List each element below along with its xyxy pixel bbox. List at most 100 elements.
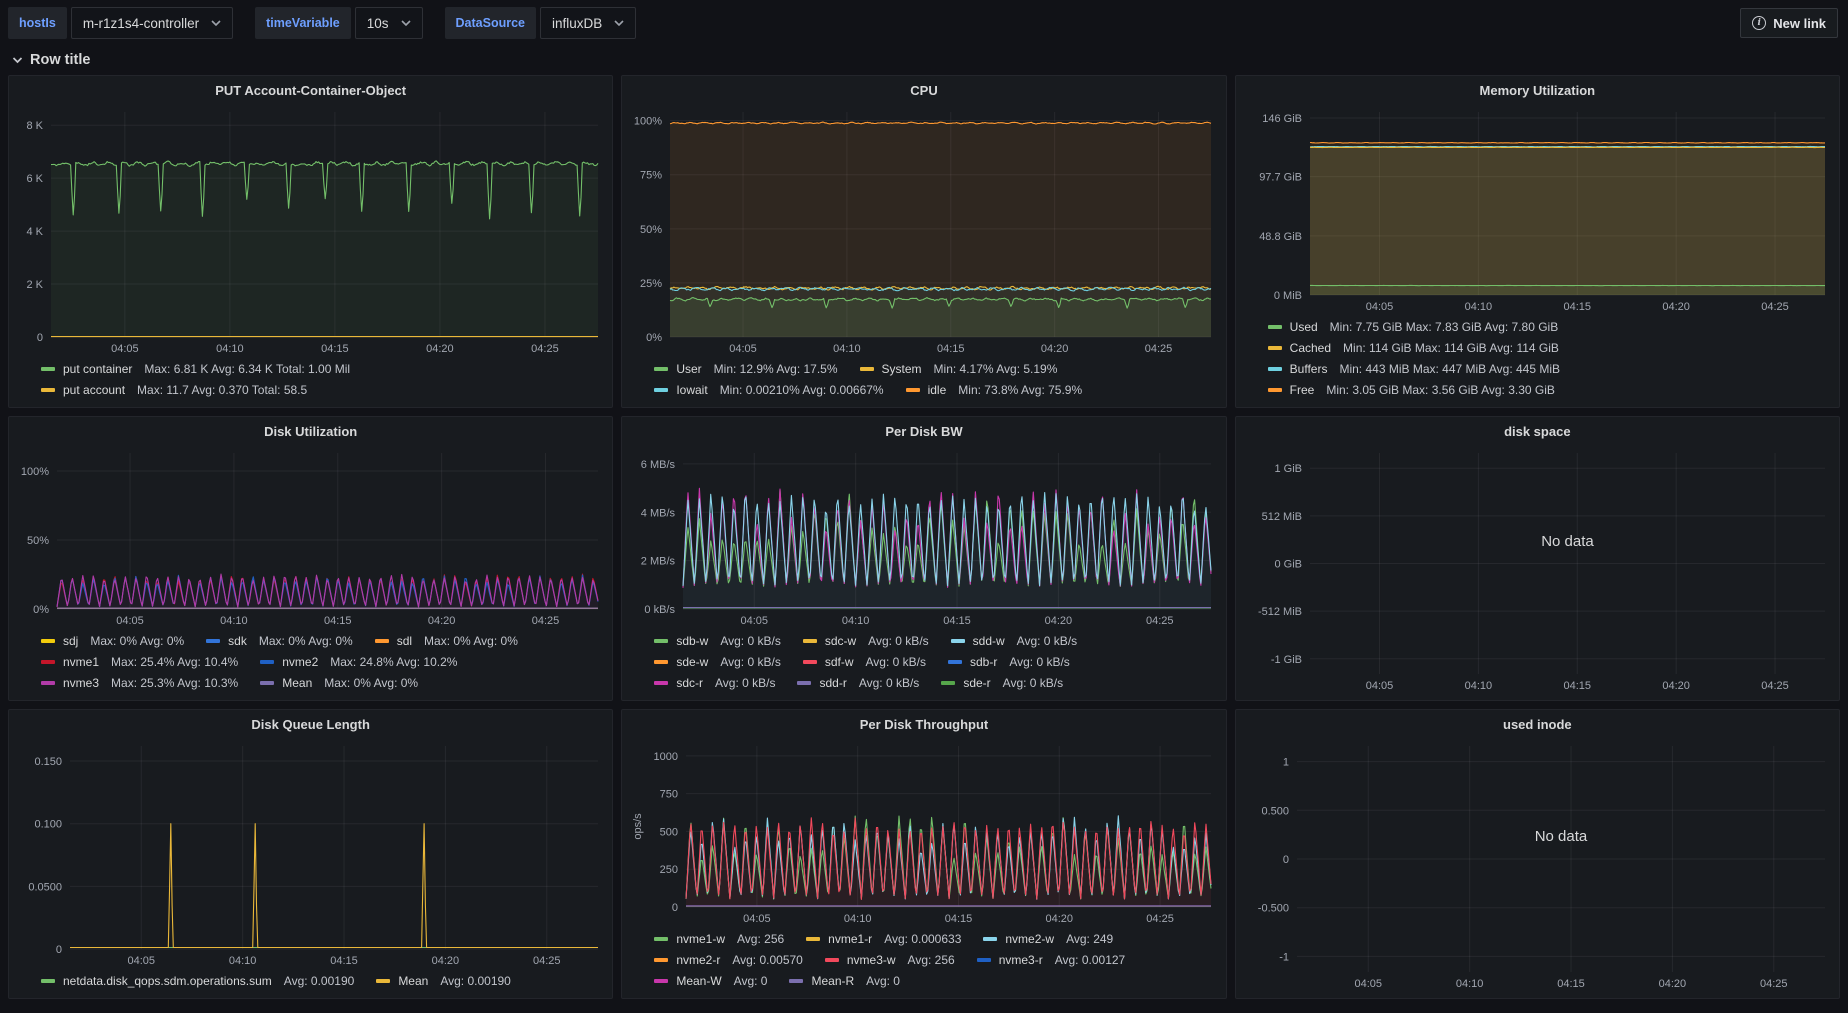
legend-item[interactable]: sdkMax: 0% Avg: 0%	[206, 634, 353, 648]
series-stats: Avg: 0	[734, 974, 768, 988]
legend-item[interactable]: CachedMin: 114 GiB Max: 114 GiB Avg: 114…	[1268, 341, 1559, 355]
panel-body: 0%50%100%04:0504:1004:1504:2004:25 sdjMax…	[9, 445, 612, 700]
time-series-chart[interactable]: 0 MiB48.8 GiB97.7 GiB146 GiB04:0504:1004…	[1244, 104, 1831, 315]
panel-header[interactable]: Per Disk Throughput	[622, 710, 1225, 738]
series-name: netdata.disk_qops.sdm.operations.sum	[63, 974, 272, 988]
legend-item[interactable]: MeanMax: 0% Avg: 0%	[260, 676, 418, 690]
legend-item[interactable]: nvme2Max: 24.8% Avg: 10.2%	[260, 655, 457, 669]
legend-item[interactable]: sdlMax: 0% Avg: 0%	[375, 634, 518, 648]
legend-item[interactable]: nvme1Max: 25.4% Avg: 10.4%	[41, 655, 238, 669]
legend-item[interactable]: nvme1-rAvg: 0.000633	[806, 932, 961, 946]
legend: UserMin: 12.9% Avg: 17.5% SystemMin: 4.17…	[630, 357, 1217, 401]
series-stats: Avg: 0 kB/s	[859, 676, 919, 690]
legend-item[interactable]: sde-rAvg: 0 kB/s	[941, 676, 1063, 690]
series-color-swatch	[654, 660, 668, 664]
panel-header[interactable]: PUT Account-Container-Object	[9, 76, 612, 104]
legend-item[interactable]: sde-wAvg: 0 kB/s	[654, 655, 781, 669]
panel-title[interactable]: Per Disk Throughput	[860, 717, 989, 732]
legend-item[interactable]: put accountMax: 11.7 Avg: 0.370 Total: 5…	[41, 383, 307, 397]
legend-item[interactable]: nvme3Max: 25.3% Avg: 10.3%	[41, 676, 238, 690]
variable-value-datasource[interactable]: influxDB	[540, 7, 636, 39]
time-series-chart[interactable]: 02 K4 K6 K8 K04:0504:1004:1504:2004:25	[17, 104, 604, 357]
panel-title[interactable]: Disk Queue Length	[251, 717, 369, 732]
legend-item[interactable]: nvme2-rAvg: 0.00570	[654, 953, 803, 967]
svg-text:04:10: 04:10	[1464, 680, 1492, 692]
svg-text:04:05: 04:05	[730, 343, 758, 355]
legend-item[interactable]: sdd-rAvg: 0 kB/s	[797, 676, 919, 690]
series-stats: Min: 73.8% Avg: 75.9%	[958, 383, 1082, 397]
legend-item[interactable]: Mean-W Avg: 0	[654, 974, 767, 988]
time-series-chart[interactable]: 0 kB/s2 MB/s4 MB/s6 MB/s04:0504:1004:150…	[630, 445, 1217, 629]
panel-title[interactable]: PUT Account-Container-Object	[215, 83, 406, 98]
legend-item[interactable]: UsedMin: 7.75 GiB Max: 7.83 GiB Avg: 7.8…	[1268, 320, 1559, 334]
panel-header[interactable]: Disk Utilization	[9, 417, 612, 445]
series-color-swatch	[951, 639, 965, 643]
new-link-button[interactable]: i New link	[1740, 8, 1838, 38]
svg-text:0: 0	[37, 332, 43, 344]
series-color-swatch	[41, 660, 55, 664]
legend-item[interactable]: UserMin: 12.9% Avg: 17.5%	[654, 362, 837, 376]
variable-value-hostis[interactable]: m-r1z1s4-controller	[71, 7, 233, 39]
panel-header[interactable]: CPU	[622, 76, 1225, 104]
svg-text:04:25: 04:25	[1145, 343, 1173, 355]
legend-item[interactable]: MeanAvg: 0.00190	[376, 974, 511, 988]
panel-disk-space: disk space 1 GiB512 MiB0 GiB-512 MiB-1 Gi…	[1235, 416, 1840, 701]
legend-item[interactable]: sdc-rAvg: 0 kB/s	[654, 676, 775, 690]
series-name: Mean-W	[676, 974, 721, 988]
series-color-swatch	[41, 979, 55, 983]
svg-text:04:15: 04:15	[944, 615, 972, 627]
panel-title[interactable]: Disk Utilization	[264, 424, 357, 439]
legend-item[interactable]: sdd-wAvg: 0 kB/s	[951, 634, 1078, 648]
panel-title[interactable]: disk space	[1504, 424, 1571, 439]
svg-text:04:10: 04:10	[844, 913, 872, 925]
time-series-chart[interactable]: 0%50%100%04:0504:1004:1504:2004:25	[17, 445, 604, 629]
legend-item[interactable]: sdf-wAvg: 0 kB/s	[803, 655, 926, 669]
legend-item[interactable]: Mean-RAvg: 0	[789, 974, 900, 988]
time-series-chart[interactable]: 0250500750100004:0504:1004:1504:2004:25o…	[630, 738, 1217, 927]
time-series-chart[interactable]: 10.5000-0.500-104:0504:1004:1504:2004:25…	[1244, 738, 1831, 992]
time-series-chart[interactable]: 0%25%50%75%100%04:0504:1004:1504:2004:25	[630, 104, 1217, 357]
chevron-down-icon	[614, 20, 624, 26]
legend-item[interactable]: sdb-rAvg: 0 kB/s	[948, 655, 1070, 669]
svg-text:04:05: 04:05	[111, 343, 139, 355]
panel-header[interactable]: Per Disk BW	[622, 417, 1225, 445]
time-series-chart[interactable]: 1 GiB512 MiB0 GiB-512 MiB-1 GiB04:0504:1…	[1244, 445, 1831, 694]
legend-item[interactable]: netdata.disk_qops.sdm.operations.sumAvg:…	[41, 974, 354, 988]
panel-title[interactable]: Per Disk BW	[885, 424, 962, 439]
svg-text:-0.500: -0.500	[1257, 903, 1288, 915]
legend-item[interactable]: idleMin: 73.8% Avg: 75.9%	[906, 383, 1083, 397]
legend: nvme1-wAvg: 256nvme1-rAvg: 0.000633nvme2…	[630, 927, 1217, 992]
panel-header[interactable]: disk space	[1236, 417, 1839, 445]
legend-item[interactable]: put containerMax: 6.81 K Avg: 6.34 K Tot…	[41, 362, 350, 376]
svg-text:No data: No data	[1534, 828, 1587, 845]
legend-item[interactable]: FreeMin: 3.05 GiB Max: 3.56 GiB Avg: 3.3…	[1268, 383, 1555, 397]
variable-host: hostIs m-r1z1s4-controller	[8, 7, 233, 39]
svg-text:04:20: 04:20	[1662, 301, 1690, 313]
series-color-swatch	[825, 958, 839, 962]
legend-item[interactable]: nvme2-wAvg: 249	[983, 932, 1113, 946]
series-color-swatch	[906, 388, 920, 392]
row-title-toggle[interactable]: Row title	[0, 44, 90, 75]
legend-item[interactable]: nvme3-wAvg: 256	[825, 953, 955, 967]
svg-text:04:05: 04:05	[128, 955, 156, 967]
legend-item[interactable]: IowaitMin: 0.00210% Avg: 0.00667%	[654, 383, 883, 397]
legend-item[interactable]: SystemMin: 4.17% Avg: 5.19%	[860, 362, 1058, 376]
svg-text:04:15: 04:15	[945, 913, 973, 925]
svg-text:25%: 25%	[640, 278, 662, 290]
panel-title[interactable]: Memory Utilization	[1480, 83, 1596, 98]
panel-title[interactable]: used inode	[1503, 717, 1572, 732]
time-series-chart[interactable]: 00.05000.1000.15004:0504:1004:1504:2004:…	[17, 738, 604, 969]
variable-value-timevariable[interactable]: 10s	[355, 7, 423, 39]
panel-header[interactable]: Disk Queue Length	[9, 710, 612, 738]
legend-item[interactable]: sdb-wAvg: 0 kB/s	[654, 634, 781, 648]
panel-header[interactable]: used inode	[1236, 710, 1839, 738]
panel-header[interactable]: Memory Utilization	[1236, 76, 1839, 104]
legend-item[interactable]: sdc-wAvg: 0 kB/s	[803, 634, 929, 648]
legend-row: nvme1-wAvg: 256 nvme1-rAvg: 0.000633 nvme2…	[654, 928, 1217, 949]
legend-item[interactable]: sdjMax: 0% Avg: 0%	[41, 634, 184, 648]
panel-title[interactable]: CPU	[910, 83, 937, 98]
panel-body: 02 K4 K6 K8 K04:0504:1004:1504:2004:25pu…	[9, 104, 612, 407]
legend-item[interactable]: nvme1-wAvg: 256	[654, 932, 784, 946]
legend-item[interactable]: nvme3-rAvg: 0.00127	[977, 953, 1126, 967]
legend-item[interactable]: BuffersMin: 443 MiB Max: 447 MiB Avg: 44…	[1268, 362, 1560, 376]
